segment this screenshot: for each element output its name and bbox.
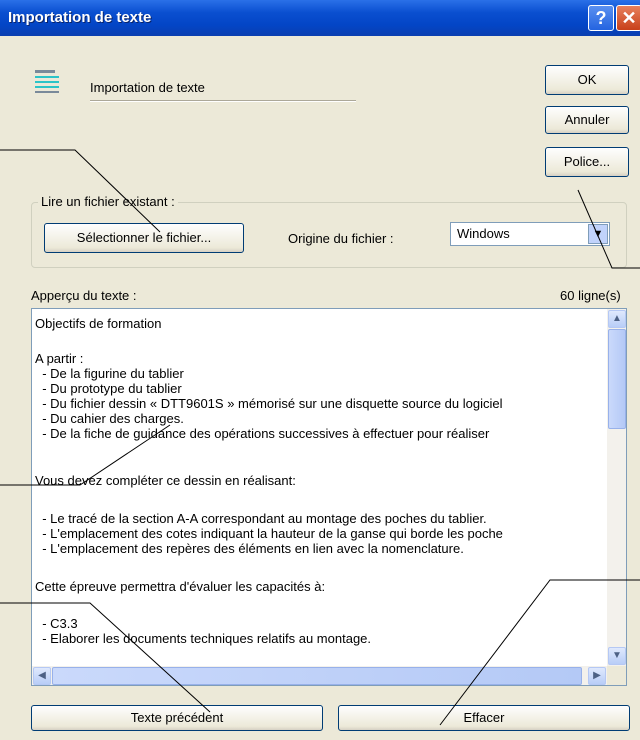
callout-lines (0, 149, 640, 726)
import-dialog: Importation de texte ? ✕ Importation de … (0, 0, 640, 740)
callout-line (577, 189, 640, 269)
callout-line (439, 579, 640, 726)
callout-line (0, 602, 211, 713)
callout-line (0, 424, 171, 486)
callout-line (0, 149, 161, 233)
